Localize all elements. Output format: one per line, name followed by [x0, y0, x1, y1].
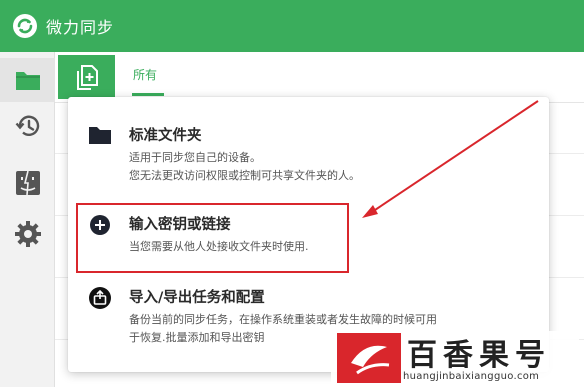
sidebar-item-folders[interactable] — [0, 58, 55, 102]
active-tab-indicator — [132, 93, 164, 96]
menu-item-label: 导入/导出任务和配置 — [129, 290, 265, 306]
app-title: 微力同步 — [46, 18, 115, 37]
gear-icon — [14, 221, 41, 247]
add-folder-button[interactable] — [58, 55, 115, 99]
menu-item-desc: 您无法更改访问权限或控制可共享文件夹的人。 — [129, 169, 360, 182]
sidebar-item-finder[interactable] — [0, 161, 55, 205]
watermark-text: 百香果号 — [407, 338, 551, 373]
menu-item-desc: 适用于同步您自己的设备。 — [129, 151, 261, 164]
menu-item-label: 标准文件夹 — [129, 128, 202, 144]
menu-item-desc: 于恢复.批量添加和导出密钥 — [129, 331, 265, 344]
app-logo-icon — [13, 14, 37, 38]
annotation-highlight-box — [76, 203, 349, 273]
history-icon — [15, 115, 39, 136]
sidebar-item-settings[interactable] — [0, 212, 55, 256]
finder-icon — [15, 170, 40, 196]
menu-item-standard-folder[interactable]: 标准文件夹 适用于同步您自己的设备。 您无法更改访问权限或控制可共享文件夹的人。 — [68, 111, 549, 193]
sidebar-item-history[interactable] — [0, 104, 55, 148]
sidebar — [0, 52, 55, 387]
watermark: 百香果号 huangjinbaixiangguo.com — [331, 331, 579, 387]
watermark-logo-icon — [337, 333, 401, 383]
export-icon — [88, 286, 112, 310]
menu-item-desc: 备份当前的同步任务，在操作系统重装或者发生故障的时候可用 — [129, 313, 437, 326]
title-bar: 微力同步 — [0, 0, 584, 52]
folder-icon — [88, 123, 112, 147]
add-folder-icon — [76, 65, 98, 90]
app-window: 微力同步 所有 标准文件夹 适用于同步您自己的设备。 您无法更改访问权限或控制可… — [0, 0, 584, 387]
tab-all[interactable]: 所有 — [133, 66, 157, 83]
toolbar: 所有 — [55, 52, 584, 103]
watermark-url: huangjinbaixiangguo.com — [403, 371, 540, 382]
folder-icon — [15, 72, 40, 90]
